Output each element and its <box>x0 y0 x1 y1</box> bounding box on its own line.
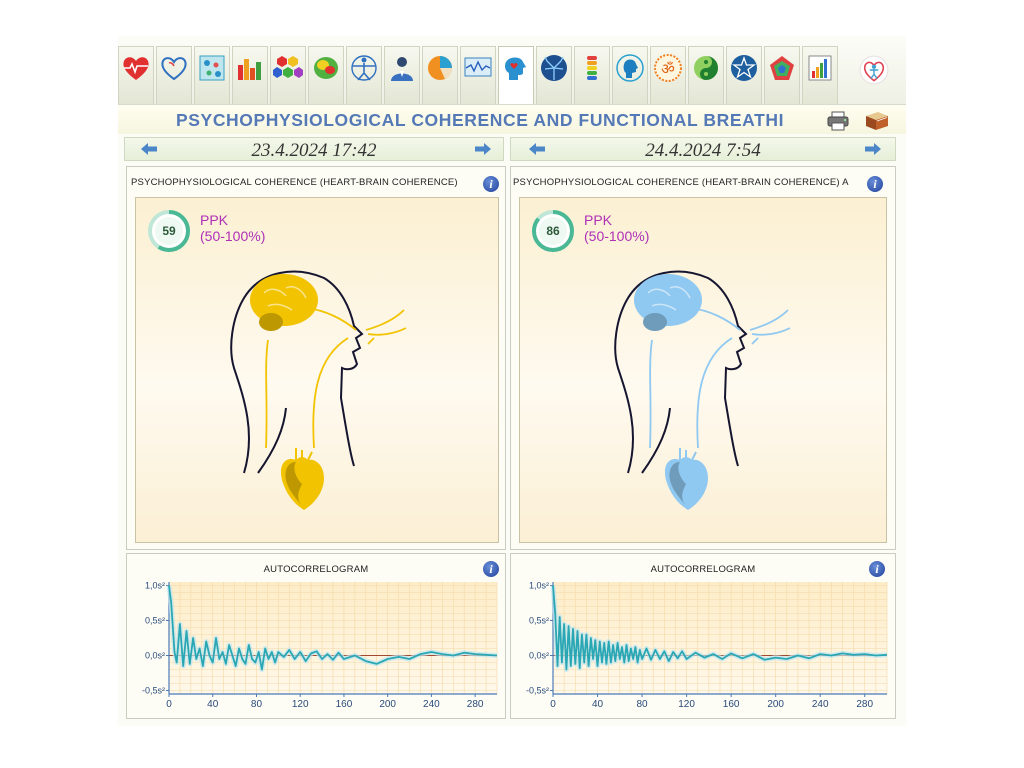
session-date: 24.4.2024 7:54 <box>645 140 761 161</box>
toolbar-button-heart-ecg[interactable] <box>118 46 154 104</box>
book-icon[interactable] <box>864 110 890 132</box>
session-date: 23.4.2024 17:42 <box>251 140 377 161</box>
toolbar-button-small-bar-chart[interactable] <box>802 46 838 104</box>
toolbar-button-heart-outline[interactable] <box>156 46 192 104</box>
head-brain-heart-figure <box>230 270 407 510</box>
autocorrelogram-chart: 1,0s² 0,5s² 0,0s² -0,5s²0 40 80 120 160 200 240 28… <box>142 581 498 710</box>
heart-outline-icon <box>161 57 187 81</box>
toolbar-button-face-profile[interactable] <box>612 46 648 104</box>
bar-chart-icon <box>238 59 261 80</box>
info-icon[interactable]: i <box>483 561 499 577</box>
y-tick-label: -0,5s² <box>526 686 549 696</box>
x-tick-label: 280 <box>467 699 484 710</box>
module-toolbar: ॐ <box>118 36 906 105</box>
x-tick-label: 120 <box>678 699 695 710</box>
spine-icon <box>587 56 597 80</box>
x-tick-label: 80 <box>251 699 263 710</box>
panel-title: PSYCHOPHYSIOLOGICAL COHERENCE (HEART-BRA… <box>131 177 458 188</box>
y-tick-label: 1,0s² <box>145 581 165 591</box>
doctor-icon <box>391 57 413 81</box>
coherence-panel-left: PSYCHOPHYSIOLOGICAL COHERENCE (HEART-BRA… <box>126 166 506 550</box>
pentagon-icon <box>770 56 794 80</box>
date-bar-left: 23.4.2024 17:42 <box>124 137 504 161</box>
toolbar-button-heart-person[interactable] <box>856 48 892 92</box>
x-tick-label: 0 <box>550 699 556 710</box>
coherence-illustration: 59 PPK (50-100%) <box>135 197 499 543</box>
toolbar-button-doctor[interactable] <box>384 46 420 104</box>
toolbar-button-vitruvian[interactable] <box>346 46 382 104</box>
page-title: PSYCHOPHYSIOLOGICAL COHERENCE AND FUNCTI… <box>176 110 785 130</box>
x-tick-label: 40 <box>592 699 604 710</box>
y-tick-label: 0,5s² <box>529 616 549 626</box>
toolbar-button-spine[interactable] <box>574 46 610 104</box>
x-tick-label: 200 <box>767 699 784 710</box>
panel-title: PSYCHOPHYSIOLOGICAL COHERENCE (HEART-BRA… <box>513 177 849 188</box>
neural-tree-icon <box>541 55 567 81</box>
monitor-wave-icon <box>464 57 492 77</box>
star-circle-icon <box>731 55 757 81</box>
x-tick-label: 80 <box>637 699 649 710</box>
pie-chart-icon <box>428 56 453 80</box>
x-tick-label: 40 <box>207 699 219 710</box>
toolbar-button-om[interactable]: ॐ <box>650 46 686 104</box>
yin-yang-icon <box>694 56 718 80</box>
x-tick-label: 280 <box>856 699 873 710</box>
hexagons-icon <box>273 56 303 78</box>
y-tick-label: -0,5s² <box>142 686 165 696</box>
toolbar-button-head-heart[interactable] <box>498 46 534 104</box>
autocorrelogram-panel-right: AUTOCORRELOGRAM i 1,0s² 0,5s² 0,0s² -0,5s² 0… <box>510 553 896 719</box>
toolbar-button-brain-map[interactable] <box>308 46 344 104</box>
date-bar-right: 24.4.2024 7:54 <box>510 137 896 161</box>
x-tick-label: 160 <box>336 699 353 710</box>
heart-person-icon <box>859 55 889 85</box>
title-bar: PSYCHOPHYSIOLOGICAL COHERENCE AND FUNCTI… <box>118 106 906 134</box>
x-tick-label: 160 <box>723 699 740 710</box>
cells-icon <box>199 55 225 81</box>
toolbar-button-bar-chart[interactable] <box>232 46 268 104</box>
chart-title: AUTOCORRELOGRAM <box>650 564 756 575</box>
toolbar-button-pentagon[interactable] <box>764 46 800 104</box>
toolbar-button-star-circle[interactable] <box>726 46 762 104</box>
autocorrelogram-panel-left: AUTOCORRELOGRAM i 1,0s² 0,5s² 0,0s² -0,5s² 0… <box>126 553 506 719</box>
info-icon[interactable]: i <box>867 176 883 192</box>
toolbar-button-monitor-wave[interactable] <box>460 46 496 104</box>
toolbar-button-cells[interactable] <box>194 46 230 104</box>
printer-icon[interactable] <box>826 111 850 131</box>
heart-ecg-icon <box>123 57 149 80</box>
svg-text:ॐ: ॐ <box>661 60 675 78</box>
y-tick-label: 1,0s² <box>529 581 549 591</box>
x-tick-label: 0 <box>166 699 172 710</box>
vitruvian-icon <box>351 55 377 81</box>
toolbar-button-hexagons[interactable] <box>270 46 306 104</box>
toolbar-button-yin-yang[interactable] <box>688 46 724 104</box>
chart-title: AUTOCORRELOGRAM <box>263 564 369 575</box>
info-icon[interactable]: i <box>483 176 499 192</box>
x-tick-label: 240 <box>423 699 440 710</box>
x-tick-label: 240 <box>812 699 829 710</box>
y-tick-label: 0,0s² <box>145 651 165 661</box>
app-window: ॐ PSYCHOPHYSIOLOGICAL COHERENCE AND FUNC… <box>118 36 906 726</box>
coherence-illustration: 86 PPK (50-100%) <box>519 197 887 543</box>
x-tick-label: 200 <box>379 699 396 710</box>
toolbar-button-neural-tree[interactable] <box>536 46 572 104</box>
next-date-arrow-icon[interactable] <box>475 143 491 155</box>
coherence-panel-right: PSYCHOPHYSIOLOGICAL COHERENCE (HEART-BRA… <box>510 166 896 550</box>
next-date-arrow-icon[interactable] <box>865 143 881 155</box>
small-bar-chart-icon <box>808 55 832 81</box>
autocorrelogram-chart: 1,0s² 0,5s² 0,0s² -0,5s²0 40 80 120 160 200 240 28… <box>526 581 888 710</box>
y-tick-label: 0,0s² <box>529 651 549 661</box>
head-heart-icon <box>505 57 526 80</box>
head-brain-heart-figure <box>614 270 791 510</box>
om-icon: ॐ <box>654 54 682 82</box>
info-icon[interactable]: i <box>869 561 885 577</box>
y-tick-label: 0,5s² <box>145 616 165 626</box>
x-tick-label: 120 <box>292 699 309 710</box>
brain-map-icon <box>314 57 338 79</box>
face-profile-icon <box>616 54 644 82</box>
toolbar-button-pie-chart[interactable] <box>422 46 458 104</box>
